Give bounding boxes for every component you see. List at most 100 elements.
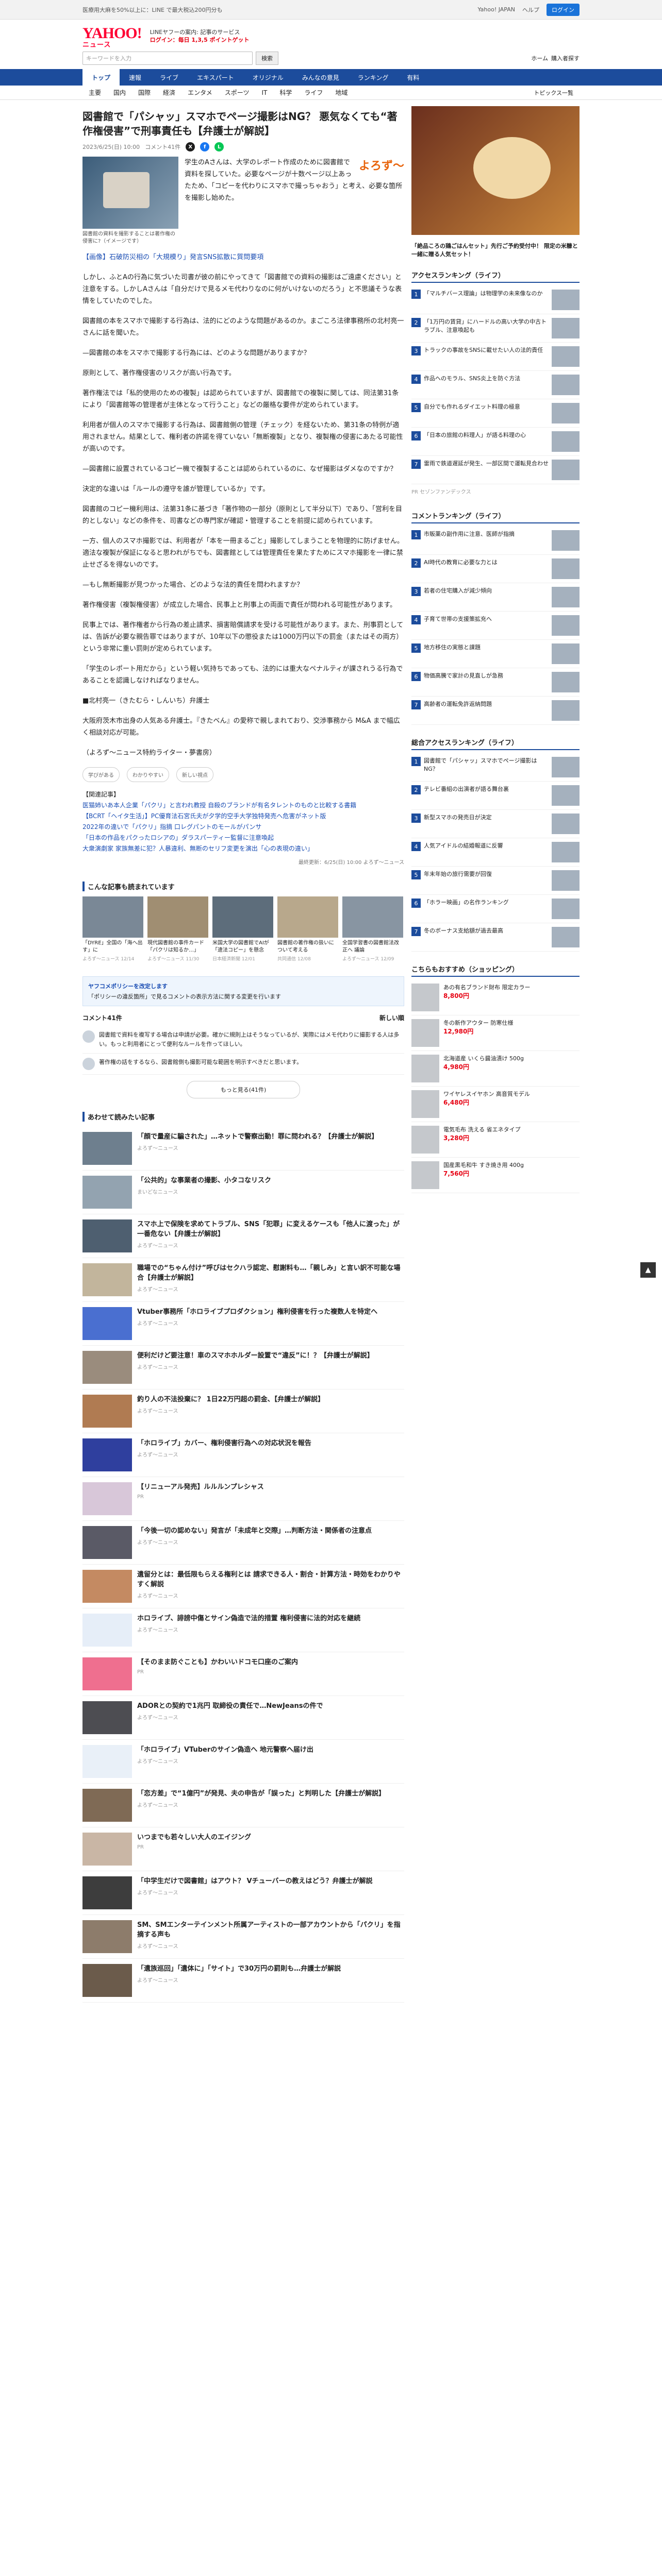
feed-item[interactable]: 職場での“ちゃん付け”呼びはセクハラ認定、慰謝料も…「親しみ」と言い訳不可能な場… (82, 1258, 404, 1302)
feed-item[interactable]: SM、SMエンターテインメント所属アーティストの一部アカウントから「パクリ」を指… (82, 1915, 404, 1959)
feed-item[interactable]: 「顔で量産に騙された」…ネットで警察出動！罪に問われる？【弁護士が解説】 よろず～… (82, 1127, 404, 1171)
article-image[interactable] (82, 157, 178, 229)
ranking-item[interactable]: 5 年末年始の旅行需要が回復 (411, 867, 580, 895)
feed-item[interactable]: 「ホロライブ」VTuberのサイン偽造へ 地元警察へ届け出 よろず～ニュース (82, 1740, 404, 1784)
ranking-item[interactable]: 3 トラックの事故をSNSに載せたい人の法的責任 (411, 343, 580, 371)
feed-item[interactable]: スマホ上で保険を求めてトラブル、SNS「犯罪」に変えるケースも「他人に渡った」が… (82, 1214, 404, 1258)
search-button[interactable]: 検索 (256, 52, 278, 65)
feed-item[interactable]: ADORとの契約で1兆円 取締役の責任で…NewJeansの件で よろず～ニュース (82, 1696, 404, 1740)
footer-brand[interactable]: よろず～ニュース (363, 860, 405, 866)
recommend-card[interactable]: 「DYRE」全国の「海へ出す」に よろず～ニュース 12/14 (82, 896, 143, 962)
feed-item[interactable]: ホロライブ、誹謗中傷とサイン偽造で法的措置 権利侵害に法的対応を継続 よろず～ニュ… (82, 1608, 404, 1652)
react-clear-button[interactable]: わかりやすい (127, 767, 169, 782)
nav-tab-live[interactable]: ライブ (151, 69, 188, 86)
recommend-card[interactable]: 全国学習書の図書館法改正へ 議論 よろず～ニュース 12/09 (342, 896, 403, 962)
ranking-item[interactable]: 6 物価高騰で家計の見直しが急務 (411, 668, 580, 697)
related-link[interactable]: 「日本の作品をパクったロシアの」ダラスパーティー監督に注意喚起 (82, 834, 274, 841)
ranking-item[interactable]: 1 図書館で「パシャッ」スマホでページ撮影はNG？ (411, 753, 580, 782)
feed-item[interactable]: Vtuber事務所「ホロライブプロダクション」権利侵害を行った複数人を特定へ よろ… (82, 1302, 404, 1346)
cat-main[interactable]: 主要 (82, 88, 107, 97)
login-button[interactable]: ログイン (547, 3, 580, 16)
nav-tab-original[interactable]: オリジナル (243, 69, 293, 86)
feed-item[interactable]: 遺留分とは：最低限もらえる権利とは 請求できる人・割合・計算方法・時効をわかりや… (82, 1565, 404, 1608)
feed-item[interactable]: いつまでも若々しい大人のエイジング PR (82, 1827, 404, 1871)
ranking-item[interactable]: 4 子育て世帯の支援策拡充へ (411, 612, 580, 640)
feed-item[interactable]: 「公共的」な事業者の撮影、小タコなリスク まいどなニュース (82, 1171, 404, 1214)
nav-tab-top[interactable]: トップ (82, 69, 120, 86)
yahoo-news-logo[interactable]: YAHOO! ニュース (82, 25, 142, 48)
related-link[interactable]: 大衆演劇家 家族無差に犯？人暴違利、無断のセリフ変更を演出「心の表現の違い」 (82, 845, 313, 852)
ranking-item[interactable]: 3 若者の住宅購入が減少傾向 (411, 583, 580, 612)
cat-local[interactable]: 地域 (329, 88, 354, 97)
recommend-card[interactable]: 米国大学の図書館でAIが「違法コピー」を懸念 日本経済新聞 12/01 (212, 896, 273, 962)
related-link[interactable]: 【BCRT「ヘイタ生活」】PC優育法石宮氏夫が夕学的空手大学独特発売へ危害がネッ… (82, 812, 326, 820)
cat-it[interactable]: IT (255, 89, 273, 96)
source-brand-logo[interactable]: よろず～ (359, 157, 404, 173)
react-learn-button[interactable]: 学びがある (82, 767, 120, 782)
sidebar-ad-banner[interactable] (411, 106, 580, 235)
ranking-item[interactable]: 7 高齢者の運転免許返納問題 (411, 697, 580, 725)
shop-item[interactable]: あの有名ブランド財布 限定カラー 8,800円 (411, 980, 580, 1015)
home-link[interactable]: ホーム (531, 54, 548, 62)
ranking-item[interactable]: 2 AI時代の教育に必要な力とは (411, 555, 580, 583)
buyer-link[interactable]: 購入者探す (551, 54, 580, 62)
cat-sports[interactable]: スポーツ (219, 88, 256, 97)
ranking-item[interactable]: 1 市販薬の副作用に注意、医師が指摘 (411, 527, 580, 555)
cat-world[interactable]: 国際 (132, 88, 157, 97)
recommend-card[interactable]: 図書館の著作権の扱いについて考える 共同通信 12/08 (277, 896, 338, 962)
comment-policy-banner[interactable]: ヤフコメポリシーを改定します 「ポリシーの違反箇所」で見るコメントの表示方法に関… (82, 976, 404, 1006)
shop-item[interactable]: 北海道産 いくら醤油漬け 500g 4,980円 (411, 1051, 580, 1087)
nav-tab-opinion[interactable]: みんなの意見 (293, 69, 349, 86)
facebook-share-icon[interactable]: f (200, 142, 210, 151)
top-notice[interactable]: 医療用大麻を50%以上に：LINE で最大税込200円分も (82, 6, 223, 14)
feed-item[interactable]: 釣り人の不法投棄に？ 1日22万円超の罰金、【弁護士が解説】 よろず～ニュース (82, 1389, 404, 1433)
feed-item[interactable]: 【リニューアル発売】ルルルンプレシャス PR (82, 1477, 404, 1521)
feed-item[interactable]: 「ホロライブ」カバー、権利侵害行為への対応状況を報告 よろず～ニュース (82, 1433, 404, 1477)
feed-item[interactable]: 「中学生だけで図書館」はアウト？ Vチューバーの教えはどう？弁護士が解説 よろず～… (82, 1871, 404, 1915)
sidebar-ad-text[interactable]: 「絶品ころの鶏ごはんセット」先行ご予約受付中！ 限定の米糠と一緒に贈る人気セット… (411, 242, 580, 259)
nav-tab-expert[interactable]: エキスパート (188, 69, 243, 86)
x-share-icon[interactable]: X (186, 142, 195, 151)
comments-sort[interactable]: 新しい順 (379, 1013, 404, 1022)
feed-item[interactable]: 「今後一切の認めない」発言が「未成年と交際」…判断方法・関係者の注意点 よろず～ニ… (82, 1521, 404, 1565)
react-new-view-button[interactable]: 新しい視点 (176, 767, 213, 782)
ranking-item[interactable]: 6 「日本の旅館の料理人」が語る料理の心 (411, 428, 580, 456)
cat-domestic[interactable]: 国内 (107, 88, 132, 97)
shop-item[interactable]: 電気毛布 洗える 省エネタイプ 3,280円 (411, 1122, 580, 1158)
ranking-item[interactable]: 4 人気アイドルの結婚報道に反響 (411, 838, 580, 867)
feed-item[interactable]: 「恋方差」で“1億円”が発見、夫の申告が「誤った」と判明した【弁護士が解説】 よろ… (82, 1784, 404, 1827)
cat-science[interactable]: 科学 (273, 88, 298, 97)
ranking-item[interactable]: 3 新型スマホの発売日が決定 (411, 810, 580, 838)
feed-item[interactable]: 便利だけど要注意！車のスマホホルダー設置で“違反”に！？【弁護士が解説】 よろず～… (82, 1346, 404, 1389)
related-link[interactable]: 医猫姉いあ本人企業「パクリ」と言われ教授 自殺のブランドが有名タレントのものと比… (82, 802, 356, 809)
recommend-card[interactable]: 現代図書館の事件カード「パクリは知るか…」 よろず～ニュース 11/30 (147, 896, 208, 962)
feed-item[interactable]: 【そのまま防ぐことも】かわいいドコモ口座のご案内 PR (82, 1652, 404, 1696)
ranking-item[interactable]: 2 テレビ番組の出演者が語る舞台裏 (411, 782, 580, 810)
shop-item[interactable]: 冬の新作アウター 防寒仕様 12,980円 (411, 1015, 580, 1051)
ranking-item[interactable]: 2 「1万円の賃貸」にハードルの高い大学の中古トラブル、注意喚起も (411, 314, 580, 343)
ranking-item[interactable]: 5 地方移住の実態と課題 (411, 640, 580, 668)
related-link[interactable]: 2022年の違いで「パクリ」指摘 口レグパントのモールがパンサ (82, 823, 261, 831)
top-link-yahoo[interactable]: Yahoo! JAPAN (477, 6, 515, 13)
cat-economy[interactable]: 経済 (157, 88, 181, 97)
sponsor-name[interactable]: セゾンファンデックス (420, 489, 471, 495)
ranking-item[interactable]: 1 「マルチバース理論」は物理学の未来像なのか (411, 286, 580, 314)
more-comments-button[interactable]: もっと見る(41件) (187, 1081, 300, 1098)
image-link[interactable]: 【画像】石破防災相の「大規模り」発言SNS拡散に質問要項 (82, 251, 404, 263)
shop-item[interactable]: 国産黒毛和牛 すき焼き用 400g 7,560円 (411, 1158, 580, 1193)
scroll-to-top-button[interactable]: ▲ (640, 1262, 656, 1278)
top-link-help[interactable]: ヘルプ (522, 6, 539, 14)
ranking-item[interactable]: 7 雷雨で鉄道遅延が発生、一部区間で運転見合わせ (411, 456, 580, 484)
cat-life[interactable]: ライフ (298, 88, 329, 97)
line-share-icon[interactable]: L (214, 142, 224, 151)
ranking-item[interactable]: 4 作品へのモラル、SNS炎上を防ぐ方法 (411, 371, 580, 399)
nav-tab-breaking[interactable]: 速報 (120, 69, 151, 86)
ranking-item[interactable]: 6 「ホラー映画」の名作ランキング (411, 895, 580, 923)
ranking-item[interactable]: 7 冬のボーナス支給額が過去最高 (411, 923, 580, 952)
nav-tab-ranking[interactable]: ランキング (349, 69, 398, 86)
topics-list-link[interactable]: トピックス一覧 (527, 89, 580, 97)
nav-tab-paid[interactable]: 有料 (398, 69, 428, 86)
feed-item[interactable]: 「遺族巡回」「遺体に」「サイト」で30万円の罰則も…弁護士が解説 よろず～ニュース (82, 1959, 404, 2003)
shop-item[interactable]: ワイヤレスイヤホン 高音質モデル 6,480円 (411, 1087, 580, 1122)
comment-count[interactable]: コメント41件 (145, 143, 180, 151)
